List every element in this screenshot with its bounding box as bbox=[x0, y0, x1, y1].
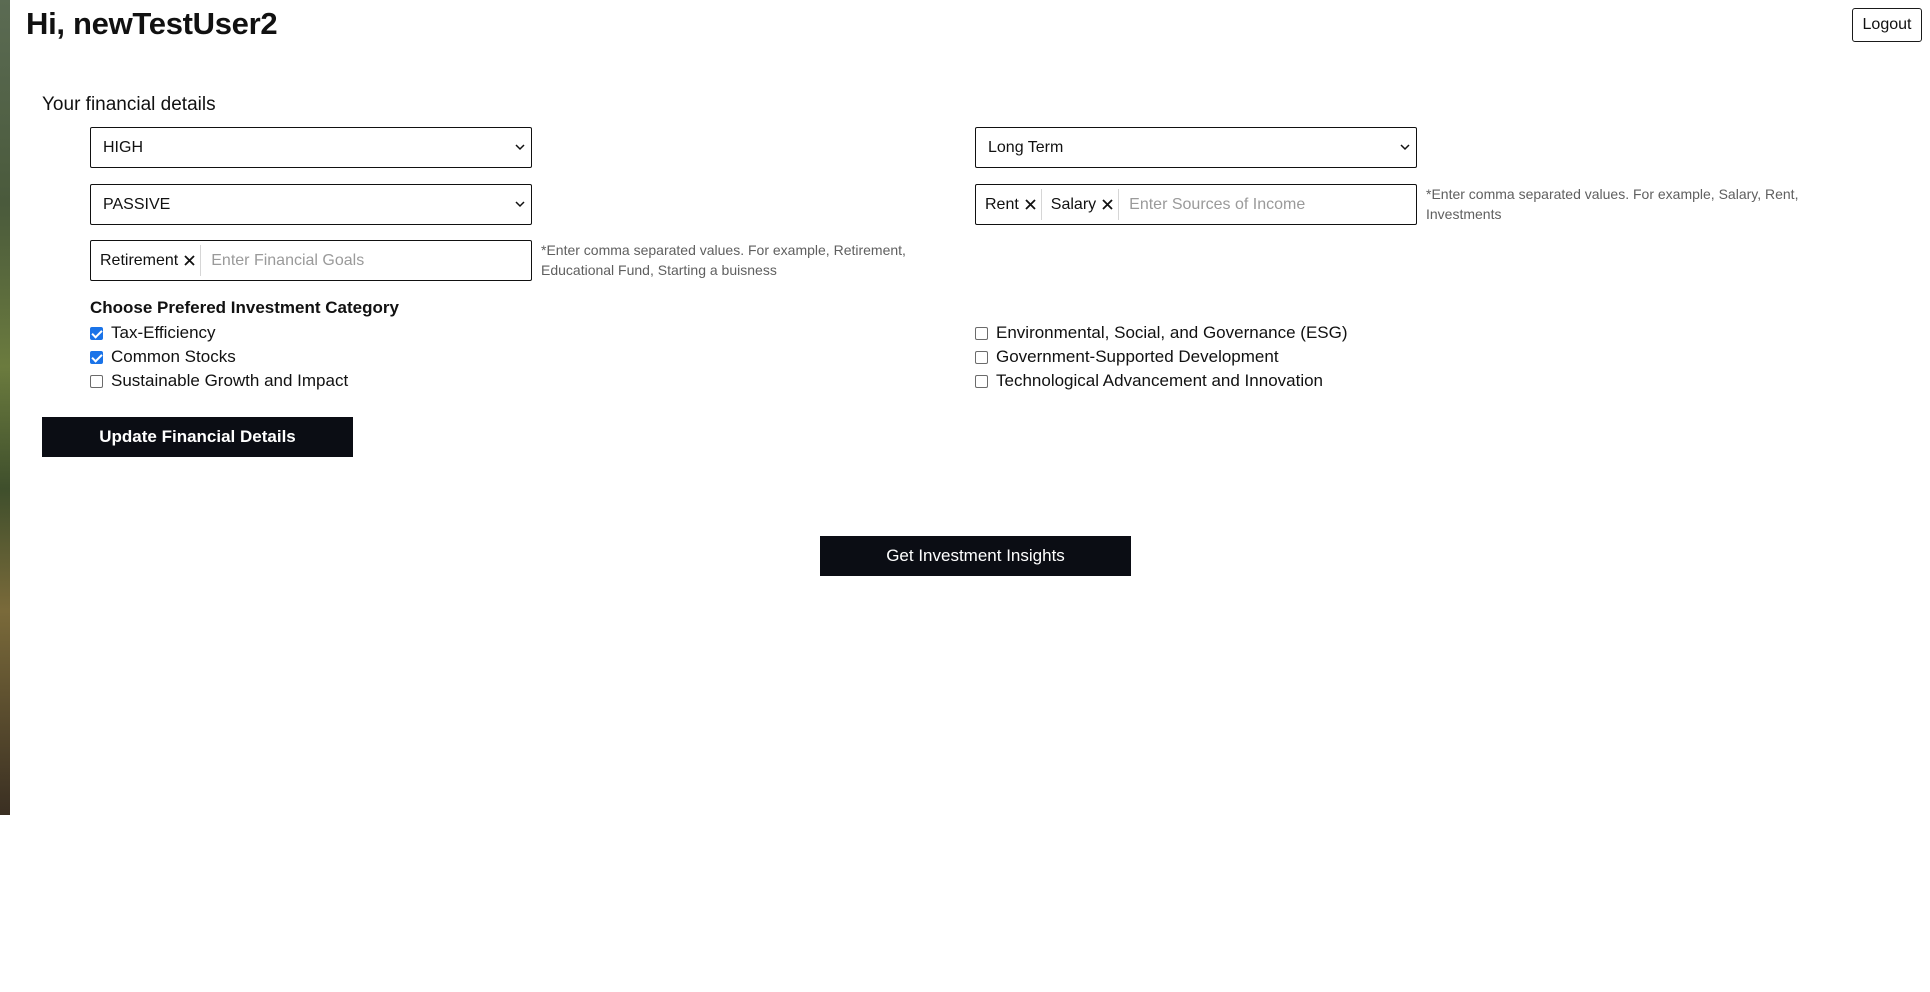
background-image-strip bbox=[0, 0, 10, 815]
investment-horizon-select[interactable]: Long Term bbox=[975, 127, 1417, 168]
category-option[interactable]: Technological Advancement and Innovation bbox=[975, 370, 1323, 392]
income-sources-placeholder[interactable]: Enter Sources of Income bbox=[1123, 196, 1305, 214]
chevron-down-icon bbox=[515, 144, 525, 151]
goal-tag-label: Retirement bbox=[100, 251, 179, 269]
investment-category-title: Choose Prefered Investment Category bbox=[90, 298, 399, 317]
category-checkbox[interactable] bbox=[975, 350, 988, 364]
category-option[interactable]: Government-Supported Development bbox=[975, 346, 1279, 368]
goal-tag: Retirement bbox=[95, 245, 202, 276]
income-tag: Rent bbox=[980, 189, 1042, 220]
financial-goals-hint: *Enter comma separated values. For examp… bbox=[541, 242, 906, 278]
investment-style-value: PASSIVE bbox=[103, 195, 171, 213]
investment-style-select[interactable]: PASSIVE bbox=[90, 184, 532, 225]
category-checkbox[interactable] bbox=[975, 326, 988, 340]
category-label: Government-Supported Development bbox=[996, 347, 1279, 366]
income-tag: Salary bbox=[1046, 189, 1120, 220]
chevron-down-icon bbox=[1400, 144, 1410, 151]
financial-goals-placeholder[interactable]: Enter Financial Goals bbox=[205, 252, 364, 270]
category-checkbox[interactable] bbox=[90, 374, 103, 388]
income-sources-hint: *Enter comma separated values. For examp… bbox=[1426, 186, 1799, 222]
risk-level-value: HIGH bbox=[103, 138, 143, 156]
category-checkbox[interactable] bbox=[90, 350, 103, 364]
close-icon[interactable] bbox=[183, 254, 196, 267]
category-option[interactable]: Environmental, Social, and Governance (E… bbox=[975, 322, 1348, 344]
risk-level-select[interactable]: HIGH bbox=[90, 127, 532, 168]
get-investment-insights-button[interactable]: Get Investment Insights bbox=[820, 536, 1131, 576]
category-option[interactable]: Tax-Efficiency bbox=[90, 322, 216, 344]
investment-horizon-value: Long Term bbox=[988, 138, 1064, 156]
close-icon[interactable] bbox=[1024, 198, 1037, 211]
update-financial-details-button[interactable]: Update Financial Details bbox=[42, 417, 353, 457]
chevron-down-icon bbox=[515, 201, 525, 208]
close-icon[interactable] bbox=[1101, 198, 1114, 211]
section-title: Your financial details bbox=[42, 94, 216, 115]
category-option[interactable]: Common Stocks bbox=[90, 346, 236, 368]
financial-goals-input[interactable]: Retirement Enter Financial Goals bbox=[90, 240, 532, 281]
category-label: Tax-Efficiency bbox=[111, 323, 216, 342]
greeting-heading: Hi, newTestUser2 bbox=[26, 6, 278, 41]
category-label: Common Stocks bbox=[111, 347, 236, 366]
category-label: Technological Advancement and Innovation bbox=[996, 371, 1324, 390]
income-tag-label: Salary bbox=[1050, 195, 1097, 213]
category-label: Environmental, Social, and Governance (E… bbox=[996, 323, 1348, 342]
logout-button[interactable]: Logout bbox=[1852, 8, 1922, 42]
income-tag-label: Rent bbox=[985, 195, 1019, 213]
category-checkbox[interactable] bbox=[975, 374, 988, 388]
category-label: Sustainable Growth and Impact bbox=[111, 371, 349, 390]
category-checkbox[interactable] bbox=[90, 326, 103, 340]
income-sources-input[interactable]: Rent Salary Enter Sources of Income bbox=[975, 184, 1417, 225]
category-option[interactable]: Sustainable Growth and Impact bbox=[90, 370, 348, 392]
